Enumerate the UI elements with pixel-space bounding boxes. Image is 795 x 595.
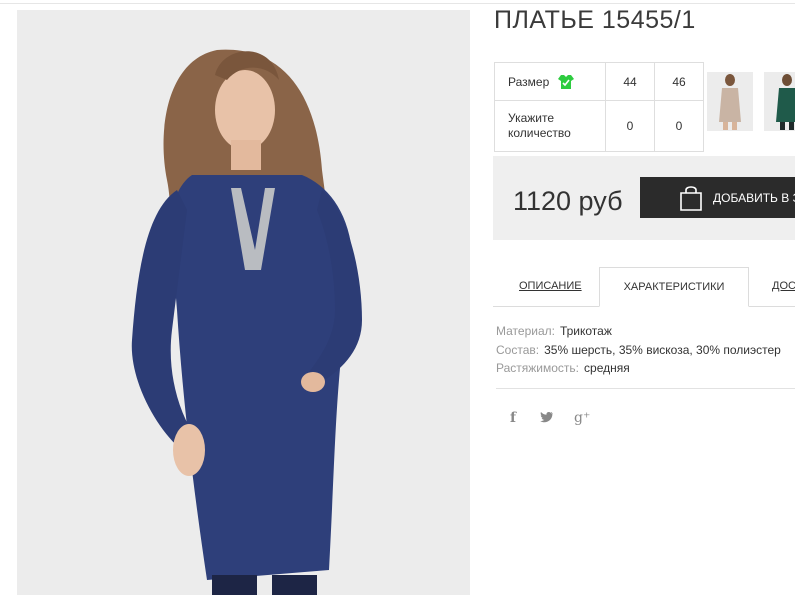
- spec-key: Состав:: [496, 342, 540, 357]
- spec-key: Материал:: [496, 324, 555, 338]
- product-title: ПЛАТЬЕ 15455/1: [494, 6, 696, 34]
- shopping-bag-icon: [678, 184, 704, 212]
- spec-value: Трикотаж: [559, 324, 612, 338]
- spec-key: Растяжимость:: [496, 361, 580, 375]
- spec-material: Материал: Трикотаж: [496, 322, 781, 341]
- size-label-cell: Размер: [494, 62, 606, 101]
- product-tabs: ОПИСАНИЕ ХАРАКТЕРИСТИКИ ДОС: [493, 267, 795, 307]
- spec-value: 35% шерсть, 35% вискоза, 30% полиэстер: [544, 342, 781, 357]
- thumbnail-green-dress[interactable]: [764, 72, 795, 131]
- quantity-input-44[interactable]: 0: [605, 100, 655, 152]
- specs-list: Материал: Трикотаж Состав: 35% шерсть, 35%…: [496, 322, 781, 378]
- add-to-cart-label: ДОБАВИТЬ В ЗА: [713, 190, 795, 205]
- quantity-row: Укажите количество 0 0: [494, 100, 704, 152]
- product-price: 1120 руб: [513, 186, 623, 216]
- tab-description[interactable]: ОПИСАНИЕ: [519, 267, 582, 307]
- quantity-input-46[interactable]: 0: [654, 100, 704, 152]
- tab-characteristics[interactable]: ХАРАКТЕРИСТИКИ: [599, 267, 749, 307]
- quantity-label-cell: Укажите количество: [494, 100, 606, 152]
- specs-divider: [496, 388, 795, 389]
- spec-stretch: Растяжимость: средняя: [496, 359, 781, 378]
- size-option-46[interactable]: 46: [654, 62, 704, 101]
- size-option-44[interactable]: 44: [605, 62, 655, 101]
- thumbnail-beige-dress[interactable]: [707, 72, 753, 131]
- size-table: Размер 44 46 Укажите количество 0 0: [494, 62, 704, 152]
- size-row: Размер 44 46: [494, 62, 704, 101]
- googleplus-icon[interactable]: g⁺: [574, 410, 590, 426]
- top-divider: [0, 3, 795, 4]
- twitter-icon[interactable]: [540, 410, 554, 426]
- spec-composition: Состав: 35% шерсть, 35% вискоза, 30% поли…: [496, 341, 781, 360]
- spec-value: средняя: [584, 361, 630, 375]
- dress-check-icon: [557, 74, 575, 90]
- quantity-label-line2: количество: [508, 126, 571, 140]
- size-label: Размер: [508, 74, 550, 89]
- facebook-icon[interactable]: f: [510, 410, 516, 426]
- product-photo[interactable]: [17, 10, 470, 595]
- price-panel: 1120 руб ДОБАВИТЬ В ЗА: [493, 156, 795, 240]
- quantity-label-line1: Укажите: [508, 111, 555, 125]
- tab-delivery[interactable]: ДОС: [772, 267, 795, 307]
- add-to-cart-button[interactable]: ДОБАВИТЬ В ЗА: [640, 177, 795, 218]
- model-illustration: [17, 10, 470, 595]
